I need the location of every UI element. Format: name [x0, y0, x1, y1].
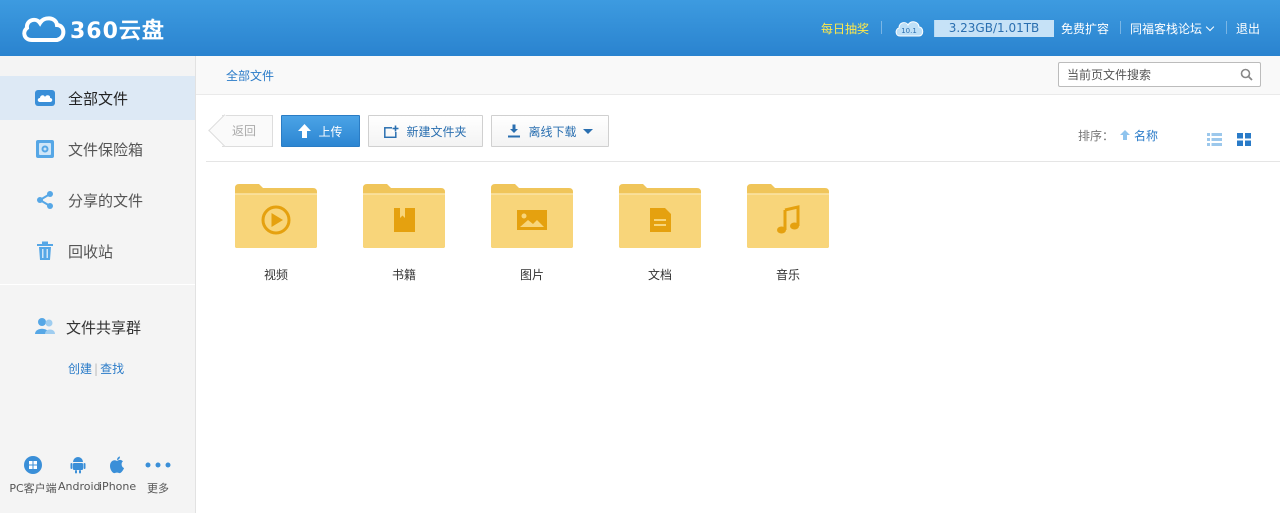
sort-ascending-icon	[1120, 129, 1131, 143]
folder-item-music[interactable]: 音乐	[743, 180, 833, 283]
create-group-link[interactable]: 创建	[68, 362, 92, 376]
folder-item-pictures[interactable]: 图片	[487, 180, 577, 283]
book-icon	[394, 208, 415, 232]
client-label: Android	[58, 480, 101, 493]
back-button[interactable]: 返回	[222, 115, 273, 147]
caret-down-icon	[582, 128, 593, 134]
folder-name: 书籍	[391, 268, 416, 282]
folder-item-documents[interactable]: 文档	[615, 180, 705, 283]
toolbar-divider	[206, 161, 1280, 162]
link-separator: |	[94, 362, 99, 376]
new-folder-icon	[384, 124, 400, 138]
share-icon	[34, 189, 56, 211]
top-header: 360云盘 每日抽奖 10.1 3.23GB/1.01TB 免费扩容 同福客栈论…	[0, 0, 1280, 56]
sidebar-item-all-files[interactable]: 全部文件	[0, 76, 195, 120]
cloud-icon	[34, 87, 56, 109]
upload-button[interactable]: 上传	[281, 115, 360, 147]
folder-icon	[363, 184, 445, 248]
client-label: iPhone	[99, 480, 137, 493]
cloud-logo-icon	[22, 16, 66, 42]
storage-quota-text: 3.23GB/1.01TB	[948, 21, 1040, 35]
sidebar-item-label: 回收站	[68, 242, 114, 261]
folder-icon	[747, 184, 829, 248]
new-folder-button[interactable]: 新建文件夹	[368, 115, 483, 147]
version-badge-text: 10.1	[901, 27, 917, 35]
header-separator	[1120, 21, 1121, 34]
client-downloads: PC客户端 Android iPhone 更多	[0, 454, 195, 504]
client-label: 更多	[147, 482, 169, 495]
client-android[interactable]: Android	[58, 454, 101, 493]
storage-quota-bar: 3.23GB/1.01TB	[934, 20, 1054, 37]
folder-icon	[491, 184, 573, 248]
forum-menu[interactable]: 同福客栈论坛	[1130, 20, 1215, 37]
folder-name: 图片	[519, 268, 544, 282]
toolbar: 返回 上传 新建文件夹 离线下载 排序： 名称	[196, 114, 1280, 148]
grid-view-icon[interactable]	[1237, 133, 1251, 149]
client-iphone[interactable]: iPhone	[99, 454, 137, 493]
breadcrumb-bar: 全部文件	[196, 56, 1280, 95]
list-view-icon[interactable]	[1207, 133, 1222, 149]
sidebar-divider	[0, 284, 195, 285]
folder-item-books[interactable]: 书籍	[359, 180, 449, 283]
folder-name: 视频	[263, 268, 288, 282]
users-icon	[34, 316, 56, 338]
more-icon	[145, 462, 171, 468]
header-separator	[1226, 21, 1227, 34]
share-group-label: 文件共享群	[66, 318, 142, 337]
client-label: PC客户端	[9, 482, 57, 495]
document-icon	[650, 208, 671, 232]
windows-icon	[24, 456, 42, 474]
folder-name: 音乐	[775, 268, 800, 282]
chevron-down-icon	[1205, 22, 1215, 32]
new-folder-label: 新建文件夹	[406, 124, 467, 139]
daily-lottery-link[interactable]: 每日抽奖	[821, 20, 869, 37]
android-icon	[70, 457, 86, 474]
folder-icon	[619, 184, 701, 248]
share-group-title: 文件共享群	[34, 316, 141, 338]
client-more[interactable]: 更多	[138, 454, 178, 496]
sidebar-item-label: 文件保险箱	[68, 140, 144, 159]
folder-item-video[interactable]: 视频	[231, 180, 321, 283]
logo[interactable]: 360云盘	[20, 13, 165, 45]
main-content: 全部文件 返回 上传 新建文件夹 离线下载 排序： 名称	[196, 56, 1280, 513]
sort-control[interactable]: 排序： 名称	[1078, 127, 1158, 144]
find-group-link[interactable]: 查找	[100, 362, 124, 376]
offline-download-label: 离线下载	[528, 124, 577, 139]
sidebar-item-recycle-bin[interactable]: 回收站	[0, 229, 195, 273]
logo-text: 360云盘	[70, 19, 165, 44]
forum-label: 同福客栈论坛	[1130, 22, 1203, 36]
sidebar-item-shared-files[interactable]: 分享的文件	[0, 178, 195, 222]
offline-download-button[interactable]: 离线下载	[491, 115, 609, 147]
search-box	[1058, 62, 1261, 87]
sort-field: 名称	[1134, 129, 1159, 143]
breadcrumb-all-files[interactable]: 全部文件	[226, 67, 274, 84]
sidebar-item-label: 全部文件	[68, 89, 129, 108]
search-input[interactable]	[1059, 63, 1229, 86]
folder-icon	[235, 184, 317, 248]
upload-label: 上传	[318, 124, 343, 139]
sidebar-item-label: 分享的文件	[68, 191, 144, 210]
download-icon	[507, 124, 521, 138]
sidebar: 全部文件 文件保险箱 分享的文件 回收站 文件共享群 创建|查找 PC客户端	[0, 56, 196, 513]
search-icon[interactable]	[1240, 68, 1253, 84]
trash-icon	[34, 240, 56, 262]
sort-label: 排序：	[1078, 129, 1115, 143]
logout-link[interactable]: 退出	[1236, 20, 1260, 37]
image-icon	[517, 210, 547, 230]
safe-icon	[34, 138, 56, 160]
apple-icon	[110, 456, 124, 474]
share-group-links: 创建 | 查找	[68, 360, 124, 377]
upload-arrow-icon	[298, 124, 312, 138]
client-pc[interactable]: PC客户端	[8, 454, 58, 496]
back-label: 返回	[232, 124, 257, 138]
folder-name: 文档	[647, 268, 672, 282]
sidebar-item-safe-box[interactable]: 文件保险箱	[0, 127, 195, 171]
version-cloud-icon: 10.1	[895, 21, 924, 37]
header-separator	[881, 21, 882, 34]
free-expand-link[interactable]: 免费扩容	[1061, 20, 1109, 37]
